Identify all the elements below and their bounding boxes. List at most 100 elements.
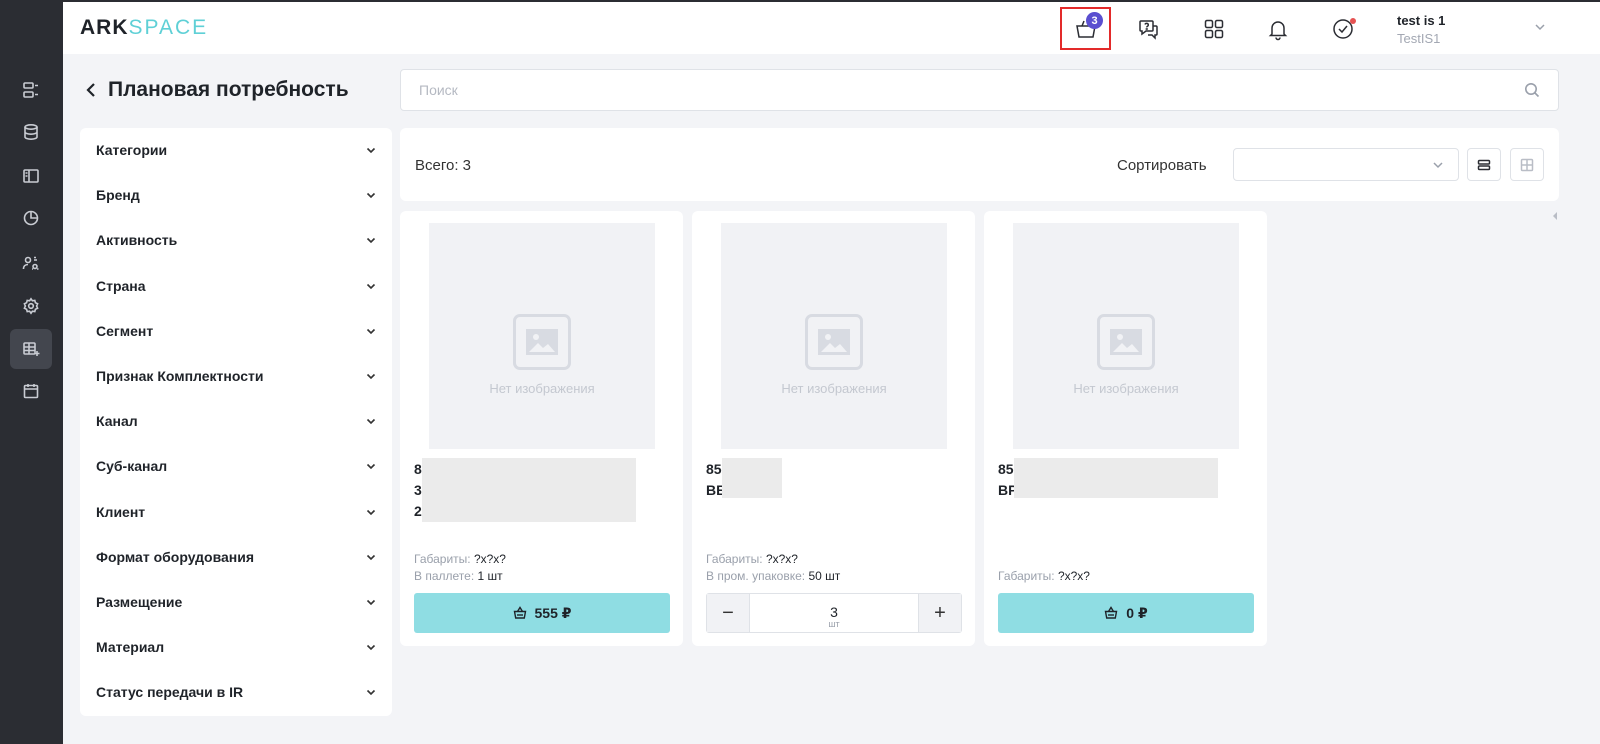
user-menu-toggle[interactable]: [1533, 20, 1547, 34]
filter-item[interactable]: Категории: [96, 139, 376, 161]
image-placeholder-icon: [805, 314, 863, 370]
search-input[interactable]: [419, 82, 1524, 98]
tasks-button[interactable]: [1324, 11, 1362, 47]
filter-label: Канал: [96, 413, 138, 430]
filter-item[interactable]: Клиент: [96, 501, 376, 523]
chevron-down-icon: [1535, 24, 1545, 31]
filter-item[interactable]: Формат оборудования: [96, 546, 376, 568]
spec-value: ?x?x?: [765, 552, 798, 566]
page-title-text: Плановая потребность: [108, 78, 349, 101]
list-details-icon: [23, 82, 38, 98]
help-chat-icon: [1139, 20, 1158, 40]
apps-grid-button[interactable]: [1195, 11, 1233, 47]
rail-item-users[interactable]: [10, 243, 52, 283]
results-toolbar: Всего: 3 Сортировать: [400, 128, 1559, 201]
logo-text-main: ARK: [80, 16, 129, 39]
redacted-text: [722, 458, 782, 498]
bell-icon: [1268, 21, 1288, 41]
price-label: 0 ₽: [1126, 604, 1148, 621]
filter-item[interactable]: Активность: [96, 229, 376, 251]
product-pack-size: В пром. упаковке: 50 шт: [706, 569, 840, 583]
list-view-button[interactable]: [1467, 148, 1501, 181]
user-name: test is 1: [1397, 13, 1446, 28]
filter-label: Активность: [96, 232, 178, 249]
scroll-indicator-icon[interactable]: [1553, 212, 1557, 220]
cart-count-badge: 3: [1086, 12, 1103, 29]
filter-label: Статус передачи в IR: [96, 684, 244, 701]
decrease-quantity-button[interactable]: −: [707, 594, 749, 632]
filter-item[interactable]: Сегмент: [96, 320, 376, 342]
chevron-down-icon: [366, 599, 376, 606]
basket-icon: [1104, 606, 1118, 619]
notifications-button[interactable]: [1259, 11, 1297, 47]
filter-item[interactable]: Размещение: [96, 591, 376, 613]
app-logo[interactable]: ARKSPACE: [80, 16, 208, 40]
chevron-down-icon: [366, 238, 376, 244]
chevron-down-icon: [366, 373, 376, 380]
product-image-placeholder: Нет изображения: [429, 223, 655, 449]
product-card[interactable]: Нет изображения855 BP боГабариты: ?x?x?0…: [984, 211, 1267, 646]
search-bar: [400, 69, 1559, 111]
filter-item[interactable]: Страна: [96, 275, 376, 297]
chevron-down-icon: [366, 283, 376, 289]
spec-label: Габариты:: [414, 552, 474, 566]
spec-value: 1 шт: [477, 569, 503, 583]
chevron-down-icon: [366, 554, 376, 560]
filter-item[interactable]: Канал: [96, 410, 376, 432]
add-to-cart-button[interactable]: 0 ₽: [998, 593, 1254, 633]
product-dimensions: Габариты: ?x?x?: [706, 552, 798, 566]
filter-item[interactable]: Материал: [96, 636, 376, 658]
filter-item[interactable]: Суб-канал: [96, 455, 376, 477]
filter-label: Материал: [96, 639, 165, 656]
search-icon[interactable]: [1524, 82, 1540, 98]
list-view-icon: [1477, 159, 1491, 170]
rail-item-database[interactable]: [10, 112, 52, 152]
table-add-icon: [23, 342, 40, 356]
back-arrow-icon[interactable]: [84, 83, 98, 97]
spec-label: Габариты:: [998, 569, 1058, 583]
rail-item-layout[interactable]: [10, 156, 52, 196]
filter-item[interactable]: Признак Комплектности: [96, 365, 376, 387]
product-card[interactable]: Нет изображения855 3-п IY 202Габариты: ?…: [400, 211, 683, 646]
add-to-cart-button[interactable]: 555 ₽: [414, 593, 670, 633]
filter-label: Суб-канал: [96, 458, 168, 475]
filter-label: Размещение: [96, 594, 183, 610]
top-header: ARKSPACE 3 test is 1 TestIS1: [63, 0, 1600, 54]
database-icon: [24, 123, 38, 141]
user-menu[interactable]: test is 1 TestIS1: [1397, 13, 1445, 46]
rail-item-planned-demand[interactable]: [10, 329, 52, 369]
no-image-label: Нет изображения: [781, 381, 887, 396]
cart-button[interactable]: 3: [1060, 7, 1111, 50]
redacted-text: [422, 458, 636, 522]
rail-item-settings[interactable]: [10, 286, 52, 326]
left-nav-rail: [0, 0, 63, 744]
tasks-indicator-dot: [1350, 18, 1356, 24]
redacted-text: [1014, 458, 1218, 498]
basket-icon: [513, 606, 526, 619]
users-settings-icon: [22, 256, 39, 270]
image-placeholder-icon: [513, 314, 571, 370]
grid-view-button[interactable]: [1510, 148, 1544, 181]
rail-item-reports[interactable]: [10, 198, 52, 238]
support-chat-button[interactable]: [1130, 11, 1168, 47]
sort-select[interactable]: [1233, 148, 1459, 181]
filter-item[interactable]: Бренд: [96, 184, 376, 206]
quantity-value: 3: [830, 604, 838, 620]
layout-sidebar-icon: [23, 169, 39, 183]
product-pack-size: В паллете: 1 шт: [414, 569, 503, 583]
page-title: Плановая потребность: [84, 78, 349, 102]
filter-label: Сегмент: [96, 322, 154, 339]
chevron-down-icon: [366, 193, 376, 199]
filters-panel: Категории Бренд Активность Страна Сегмент При…: [80, 128, 392, 716]
chevron-down-icon: [366, 690, 376, 696]
quantity-unit: шт: [828, 619, 840, 629]
spec-label: В пром. упаковке:: [706, 569, 809, 583]
filter-label: Формат оборудования: [96, 548, 255, 565]
rail-item-calendar[interactable]: [10, 371, 52, 411]
chevron-down-icon: [366, 147, 376, 154]
filter-item[interactable]: Статус передачи в IR: [96, 681, 376, 703]
increase-quantity-button[interactable]: +: [919, 594, 961, 632]
quantity-value-field[interactable]: 3 шт: [749, 594, 919, 632]
product-card[interactable]: Нет изображения855 BB ikГабариты: ?x?x?В…: [692, 211, 975, 646]
rail-item-list-details[interactable]: [10, 70, 52, 110]
